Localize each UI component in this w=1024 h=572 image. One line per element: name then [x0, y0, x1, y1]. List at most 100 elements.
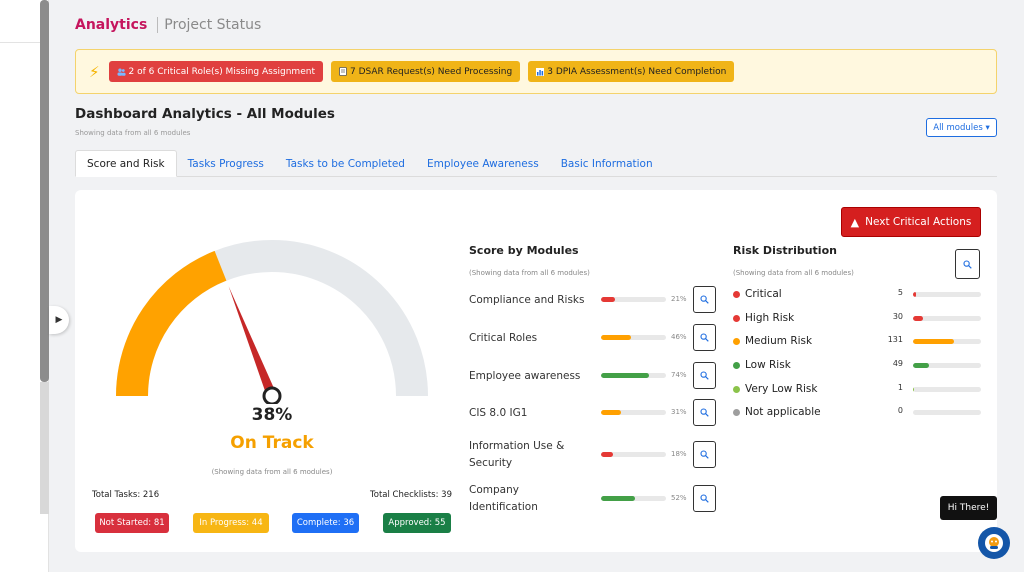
module-progress-bar	[601, 373, 666, 378]
module-details-button[interactable]	[693, 441, 716, 468]
chat-avatar-icon	[985, 534, 1003, 552]
module-details-button[interactable]	[693, 324, 716, 351]
alert-critical-roles[interactable]: 2 of 6 Critical Role(s) Missing Assignme…	[108, 61, 323, 82]
risk-fill	[913, 363, 930, 368]
module-progress-fill	[601, 335, 631, 340]
risk-distribution-subtitle: (Showing data from all 6 modules)	[733, 269, 854, 277]
module-name: CIS 8.0 IG1	[469, 406, 528, 419]
search-icon	[700, 450, 709, 459]
module-percent: 52%	[671, 494, 687, 502]
score-by-modules-subtitle: (Showing data from all 6 modules)	[469, 269, 590, 277]
alert-banner: ⚡ 2 of 6 Critical Role(s) Missing Assign…	[75, 49, 997, 94]
risk-dot	[733, 315, 740, 322]
chat-greeting: Hi There!	[940, 496, 997, 520]
module-row: CIS 8.0 IG1 31%	[469, 396, 719, 430]
risk-dot	[733, 291, 740, 298]
module-name: Employee awareness	[469, 369, 581, 382]
risk-count: 49	[892, 359, 903, 368]
document-icon	[339, 67, 347, 76]
module-progress-fill	[601, 452, 613, 457]
risk-row: Critical 5	[733, 286, 983, 306]
module-percent: 46%	[671, 333, 687, 341]
tab-score-and-risk[interactable]: Score and Risk	[75, 150, 177, 177]
risk-fill	[913, 292, 916, 297]
gauge-percent: 38%	[251, 405, 293, 425]
risk-bar	[913, 387, 981, 392]
sidebar-scrollbar-thumb[interactable]	[40, 0, 49, 382]
project-status-title-tab[interactable]: Project Status	[164, 17, 261, 33]
module-progress-bar	[601, 496, 666, 501]
module-row: Company Identification 52%	[469, 482, 719, 516]
module-row: Employee awareness 74%	[469, 359, 719, 393]
risk-details-button[interactable]	[955, 249, 980, 279]
users-icon	[117, 68, 126, 76]
search-icon	[963, 259, 972, 269]
risk-fill	[913, 387, 915, 392]
module-details-button[interactable]	[693, 362, 716, 389]
module-name: Information Use & Security	[469, 440, 565, 469]
analytics-tabs: Score and Risk Tasks Progress Tasks to b…	[75, 150, 997, 177]
module-name: Compliance and Risks	[469, 293, 585, 306]
risk-count: 0	[897, 406, 903, 415]
analytics-title-tab[interactable]: Analytics	[75, 17, 147, 33]
risk-name: Low Risk	[745, 359, 791, 371]
progress-gauge	[116, 240, 428, 404]
module-details-button[interactable]	[693, 286, 716, 313]
tab-tasks-to-be-completed[interactable]: Tasks to be Completed	[275, 150, 416, 177]
in-progress-badge[interactable]: In Progress: 44	[193, 513, 269, 533]
risk-count: 30	[892, 312, 903, 321]
module-percent: 21%	[671, 295, 687, 303]
alert-dsar-requests[interactable]: 7 DSAR Request(s) Need Processing	[330, 61, 521, 82]
risk-name: High Risk	[745, 312, 795, 324]
module-progress-fill	[601, 297, 615, 302]
module-progress-bar	[601, 410, 666, 415]
module-filter-dropdown[interactable]: All modules ▾	[926, 118, 997, 137]
module-progress-fill	[601, 410, 622, 415]
module-details-button[interactable]	[693, 399, 716, 426]
module-progress-bar	[601, 297, 666, 302]
chat-launcher-button[interactable]	[978, 527, 1010, 559]
gauge-note: (Showing data from all 6 modules)	[211, 468, 333, 476]
module-percent: 31%	[671, 408, 687, 416]
tab-tasks-progress[interactable]: Tasks Progress	[177, 150, 275, 177]
risk-row: Not applicable 0	[733, 404, 983, 424]
title-divider	[157, 17, 159, 33]
risk-bar	[913, 363, 981, 368]
risk-row: Medium Risk 131	[733, 333, 983, 353]
search-icon	[700, 333, 709, 342]
score-risk-card: ▲ Next Critical Actions 38% On Track (Sh…	[75, 190, 997, 552]
risk-row: Low Risk 49	[733, 357, 983, 377]
approved-badge[interactable]: Approved: 55	[383, 513, 451, 533]
module-progress-bar	[601, 452, 666, 457]
risk-dot	[733, 386, 740, 393]
page-title-tabs: Analytics Project Status	[75, 17, 261, 33]
search-icon	[700, 295, 709, 304]
risk-count: 131	[887, 335, 903, 344]
risk-dot	[733, 409, 740, 416]
complete-badge[interactable]: Complete: 36	[292, 513, 359, 533]
total-checklists: Total Checklists: 39	[370, 490, 452, 500]
risk-row: High Risk 30	[733, 310, 983, 330]
risk-dot	[733, 338, 740, 345]
risk-count: 5	[897, 288, 903, 297]
search-icon	[700, 371, 709, 380]
search-icon	[700, 408, 709, 417]
module-details-button[interactable]	[693, 485, 716, 512]
risk-count: 1	[897, 383, 903, 392]
tab-employee-awareness[interactable]: Employee Awareness	[416, 150, 550, 177]
next-critical-actions-button[interactable]: ▲ Next Critical Actions	[841, 207, 981, 237]
next-critical-actions-label: Next Critical Actions	[865, 216, 972, 228]
score-by-modules-title: Score by Modules	[469, 244, 579, 257]
tab-basic-information[interactable]: Basic Information	[550, 150, 664, 177]
module-row: Information Use & Security 18%	[469, 438, 719, 472]
search-icon	[700, 494, 709, 503]
not-started-badge[interactable]: Not Started: 81	[95, 513, 169, 533]
alert-dpia-assessments[interactable]: 3 DPIA Assessment(s) Need Completion	[528, 61, 735, 82]
chart-icon	[536, 67, 545, 76]
risk-distribution-title: Risk Distribution	[733, 244, 837, 257]
sidebar-scrollbar-track[interactable]	[40, 382, 49, 514]
alert-dpia-label: 3 DPIA Assessment(s) Need Completion	[547, 66, 727, 77]
main-content: Analytics Project Status ⚡ 2 of 6 Critic…	[62, 0, 1024, 572]
module-row: Compliance and Risks 21%	[469, 283, 719, 317]
dashboard-title: Dashboard Analytics - All Modules	[75, 106, 335, 122]
